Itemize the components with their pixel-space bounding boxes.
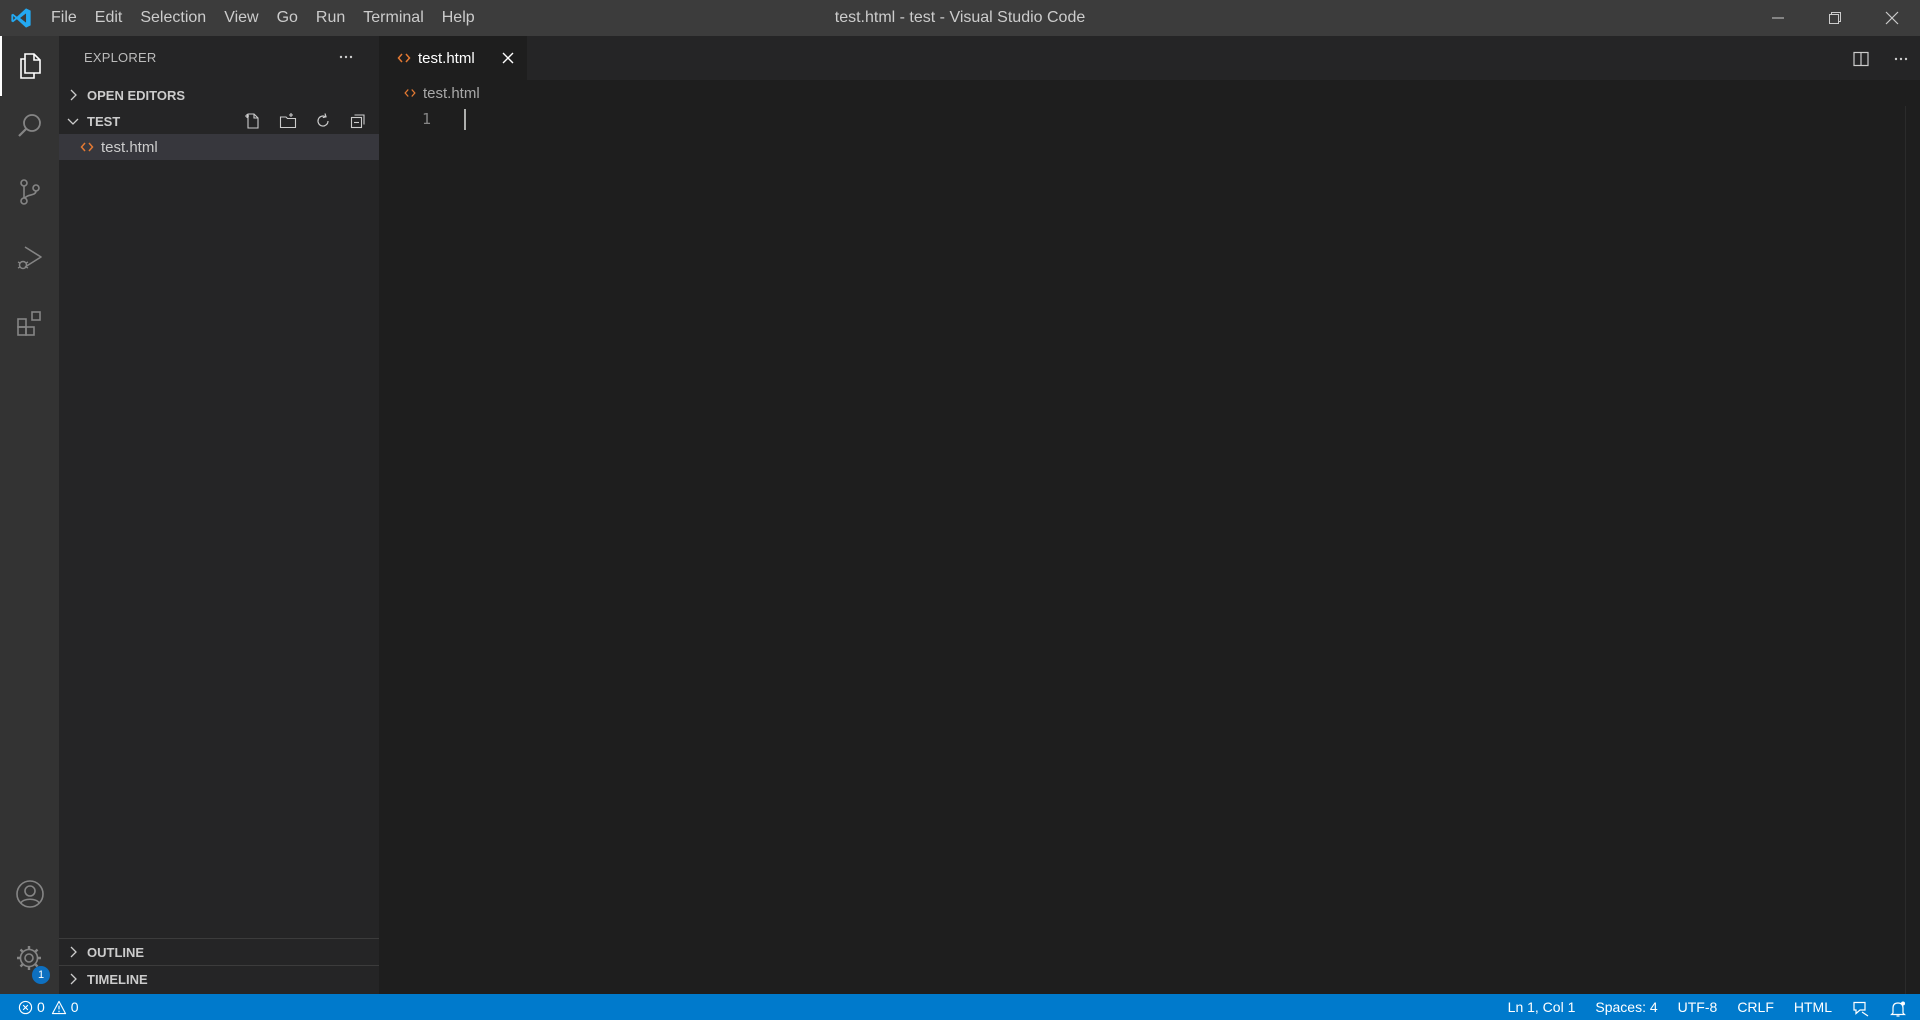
tab-label: test.html [418, 49, 475, 67]
activity-bar: 1 [0, 36, 59, 994]
encoding-status[interactable]: UTF-8 [1668, 994, 1728, 1020]
menu-run[interactable]: Run [307, 0, 354, 36]
html-file-icon [80, 142, 94, 152]
run-debug-icon [17, 246, 42, 270]
chevron-right-icon [70, 973, 77, 985]
close-icon [1885, 11, 1899, 25]
activity-explorer[interactable] [0, 36, 59, 96]
close-icon [502, 52, 514, 64]
restore-icon [1829, 12, 1841, 24]
sidebar-title: EXPLORER [84, 50, 157, 65]
activity-run-debug[interactable] [0, 228, 59, 288]
menu-help[interactable]: Help [433, 0, 484, 36]
menu-terminal[interactable]: Terminal [354, 0, 432, 36]
eol-status[interactable]: CRLF [1727, 994, 1784, 1020]
feedback-icon [1853, 1001, 1869, 1017]
new-file-button[interactable] [240, 108, 266, 134]
split-editor-button[interactable] [1848, 46, 1874, 72]
file-label: test.html [101, 138, 158, 156]
breadcrumb-file-label: test.html [423, 84, 480, 102]
bell-icon [1890, 1001, 1906, 1017]
explorer-sidebar: EXPLORER OPEN EDITORS TEST test.html OUT… [59, 36, 379, 994]
menu-view[interactable]: View [215, 0, 267, 36]
ellipsis-icon [339, 55, 353, 59]
open-editors-section[interactable]: OPEN EDITORS [59, 82, 379, 108]
close-window-button[interactable] [1864, 0, 1920, 36]
warning-icon [51, 1000, 66, 1014]
minimize-button[interactable] [1750, 0, 1806, 36]
collapse-all-icon [350, 114, 365, 129]
menu-file[interactable]: File [42, 0, 86, 36]
outline-label: OUTLINE [87, 944, 145, 960]
refresh-explorer-button[interactable] [310, 108, 336, 134]
notifications-button[interactable] [1880, 996, 1910, 1018]
activity-search[interactable] [0, 96, 59, 156]
account-icon [15, 880, 44, 908]
activity-source-control[interactable] [0, 162, 59, 222]
source-control-icon [19, 179, 40, 205]
tab-test-html[interactable]: test.html [379, 36, 527, 80]
open-editors-label: OPEN EDITORS [87, 87, 186, 103]
collapse-folders-button[interactable] [345, 108, 371, 134]
folder-section-test[interactable]: TEST [59, 108, 379, 134]
text-cursor [464, 109, 466, 130]
timeline-label: TIMELINE [87, 971, 148, 987]
file-item-test-html[interactable]: test.html [59, 134, 379, 160]
menu-go[interactable]: Go [268, 0, 307, 36]
outline-section[interactable]: OUTLINE [59, 938, 379, 965]
activity-accounts[interactable] [0, 864, 59, 924]
warning-count: 0 [70, 999, 79, 1015]
error-icon [18, 1000, 33, 1014]
extensions-icon [16, 311, 41, 336]
menu-edit[interactable]: Edit [86, 0, 132, 36]
chevron-right-icon [70, 89, 77, 101]
line-number: 1 [421, 110, 431, 128]
ellipsis-icon [1894, 57, 1908, 61]
cursor-position[interactable]: Ln 1, Col 1 [1498, 994, 1586, 1020]
search-icon [17, 114, 41, 137]
menu-bar: File Edit Selection View Go Run Terminal… [42, 0, 484, 36]
refresh-icon [317, 113, 329, 127]
explorer-more-actions-button[interactable] [333, 44, 359, 70]
timeline-section[interactable]: TIMELINE [59, 965, 379, 992]
problems-status[interactable]: 0 0 [18, 994, 85, 1020]
tab-close-button[interactable] [497, 47, 519, 69]
explorer-icon [19, 53, 41, 79]
minimize-icon [1772, 17, 1784, 19]
menu-selection[interactable]: Selection [131, 0, 215, 36]
new-file-icon [245, 113, 259, 129]
chevron-down-icon [67, 118, 79, 125]
activity-extensions[interactable] [0, 294, 59, 354]
title-bar: File Edit Selection View Go Run Terminal… [0, 0, 1920, 36]
html-file-icon [404, 89, 416, 97]
html-file-icon [397, 53, 411, 63]
editor-tabs-bar: test.html [379, 36, 1920, 80]
new-folder-button[interactable] [275, 108, 301, 134]
status-bar: 0 0 Ln 1, Col 1 Spaces: 4 UTF-8 CRLF HTM… [0, 994, 1920, 1020]
editor-more-actions-button[interactable] [1888, 46, 1914, 72]
error-count: 0 [37, 999, 45, 1015]
editor-scrollbar-track[interactable] [1905, 106, 1906, 994]
chevron-right-icon [70, 946, 77, 958]
status-bar-right: Ln 1, Col 1 Spaces: 4 UTF-8 CRLF HTML [1498, 994, 1910, 1020]
new-folder-icon [279, 113, 297, 129]
folder-label: TEST [87, 113, 121, 129]
feedback-button[interactable] [1842, 996, 1880, 1018]
restore-button[interactable] [1807, 0, 1863, 36]
indentation-status[interactable]: Spaces: 4 [1585, 994, 1667, 1020]
vscode-logo-icon [10, 7, 32, 29]
language-mode[interactable]: HTML [1784, 994, 1842, 1020]
breadcrumb[interactable]: test.html [403, 80, 480, 106]
split-editor-icon [1853, 51, 1869, 67]
folder-actions [231, 108, 371, 134]
settings-badge: 1 [32, 966, 50, 984]
activity-manage[interactable]: 1 [0, 928, 59, 988]
